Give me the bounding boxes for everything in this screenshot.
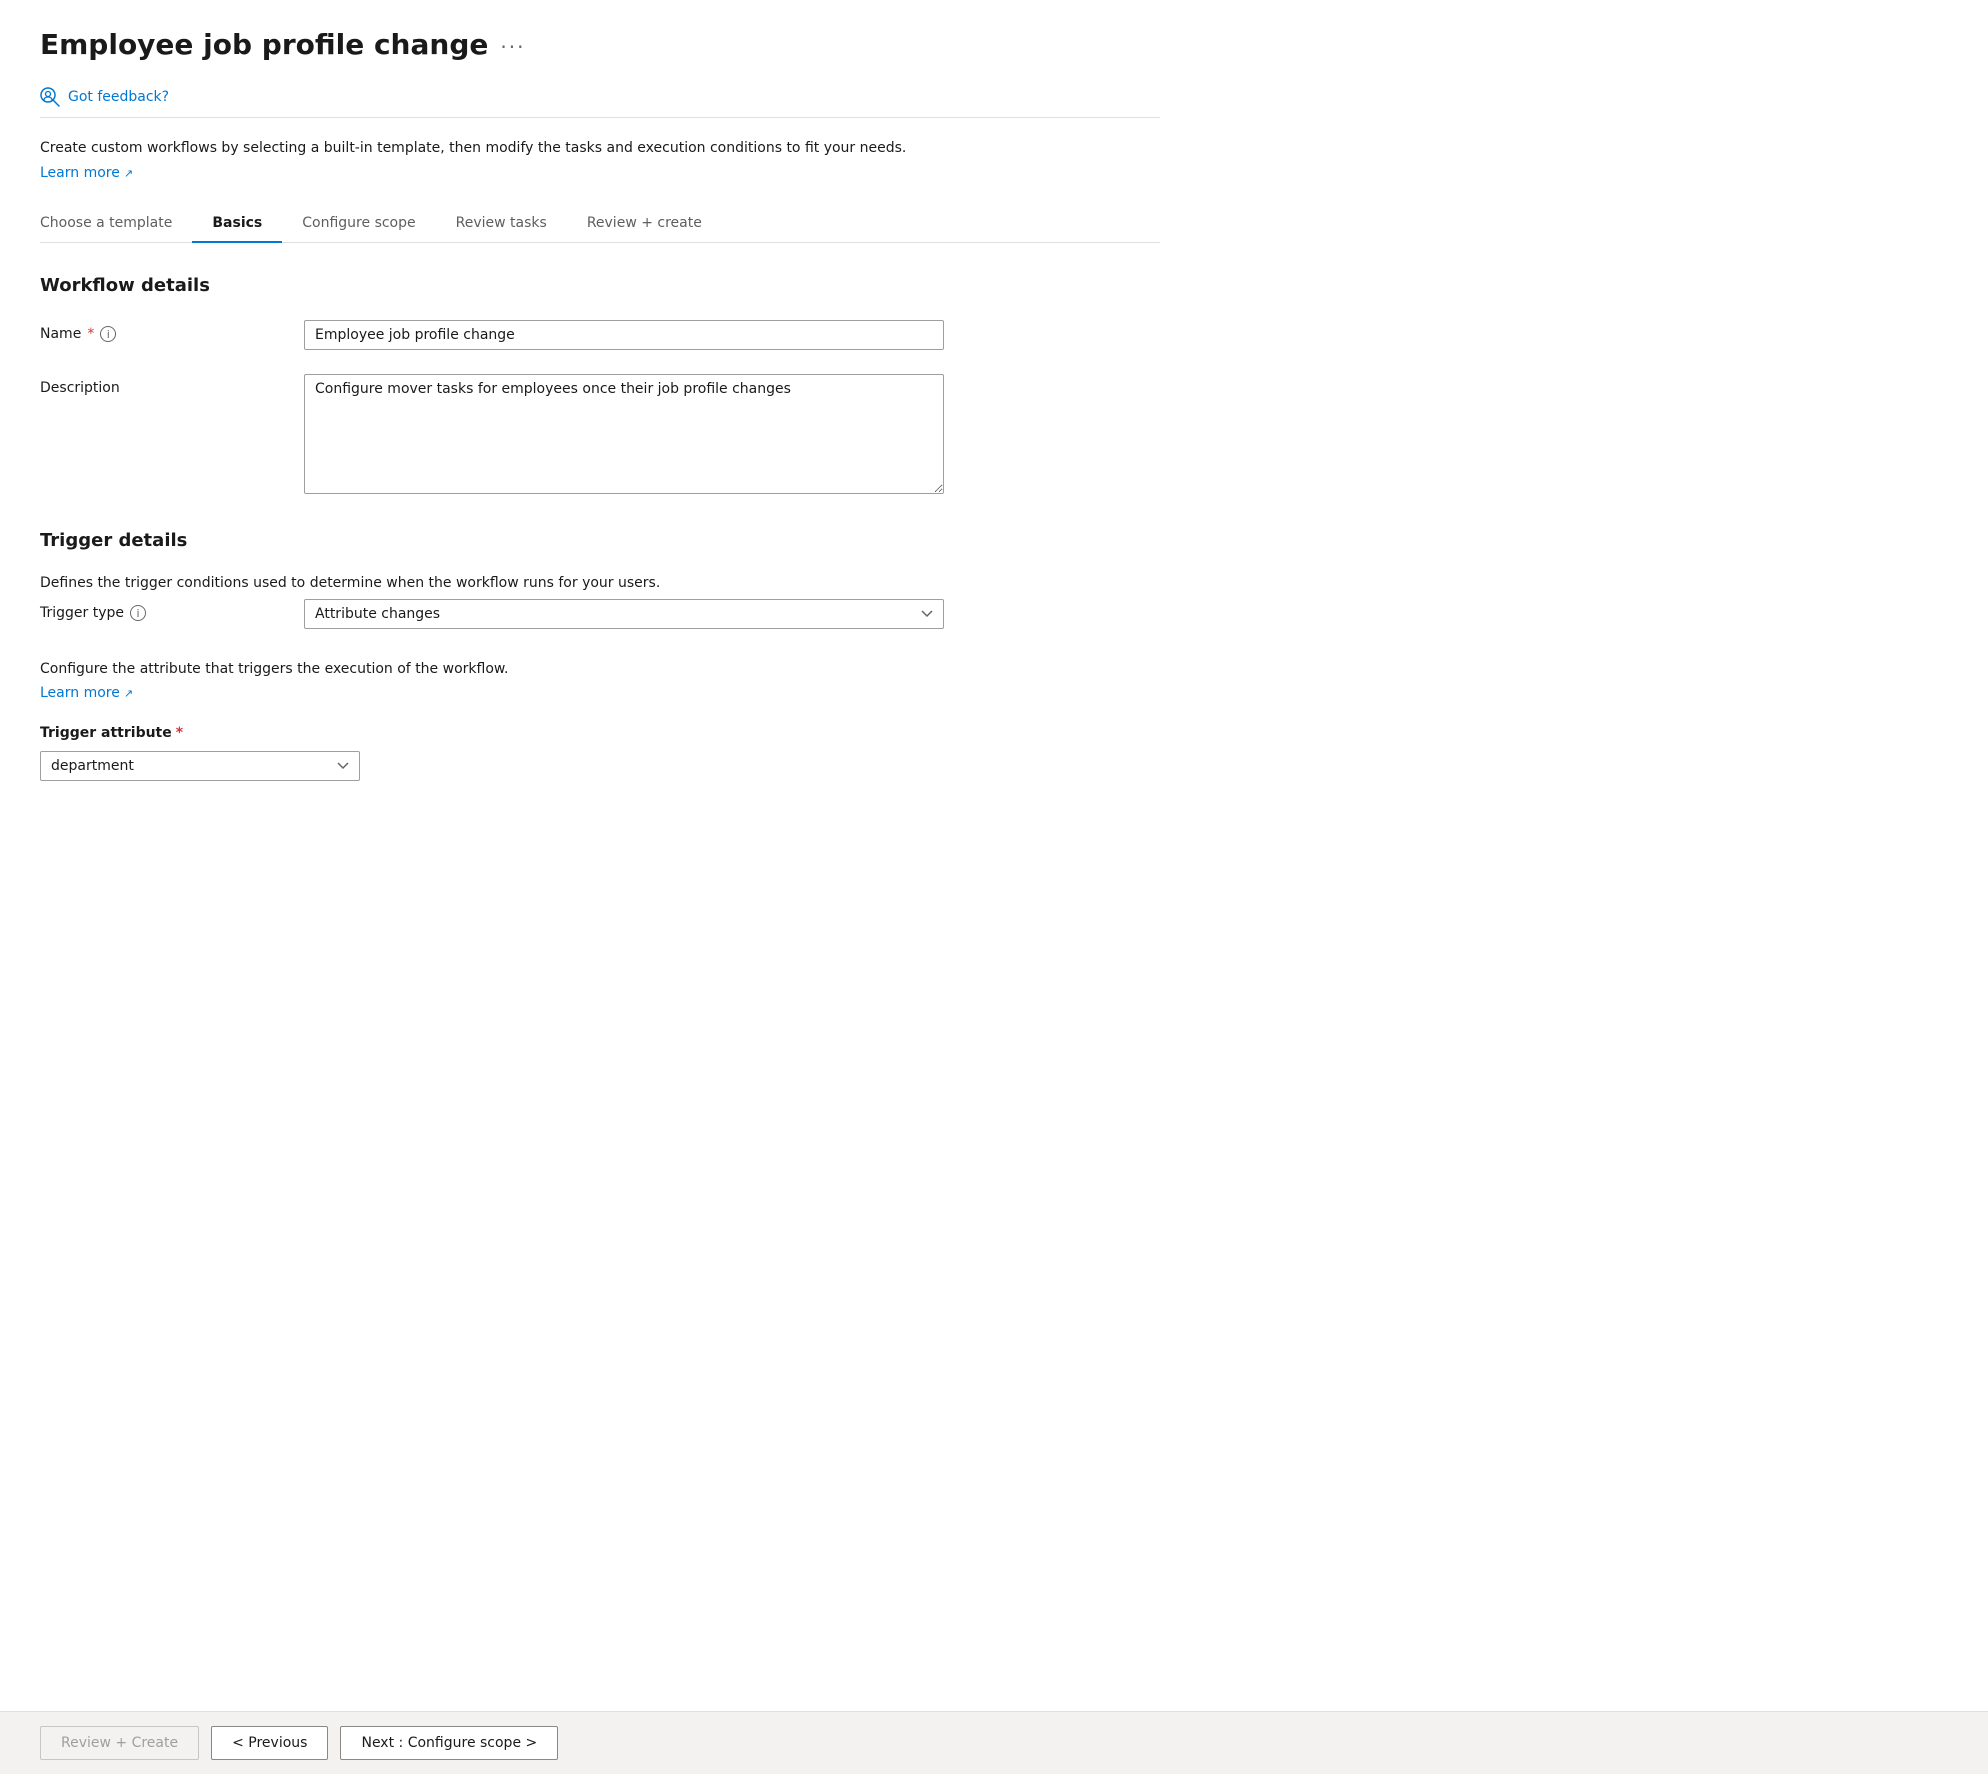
name-row: Name * i — [40, 320, 1160, 350]
tab-choose-template[interactable]: Choose a template — [40, 205, 192, 243]
description-row: Description Configure mover tasks for em… — [40, 374, 1160, 498]
trigger-attribute-select[interactable]: department jobTitle manager officeLocati… — [40, 751, 360, 781]
feedback-icon — [40, 87, 60, 107]
workflow-details-section: Workflow details Name * i Description Co… — [40, 275, 1160, 498]
workflow-details-heading: Workflow details — [40, 275, 1160, 296]
description-label: Description — [40, 374, 280, 396]
footer-bar: Review + Create < Previous Next : Config… — [0, 1711, 1988, 1774]
trigger-type-select[interactable]: Attribute changes On-demand Schedule — [304, 599, 944, 629]
trigger-type-row: Trigger type i Attribute changes On-dema… — [40, 599, 1160, 629]
intro-description: Create custom workflows by selecting a b… — [40, 138, 1160, 159]
trigger-attribute-select-wrapper: department jobTitle manager officeLocati… — [40, 751, 360, 781]
description-input-wrapper: Configure mover tasks for employees once… — [304, 374, 944, 498]
trigger-type-label: Trigger type i — [40, 599, 280, 621]
trigger-attribute-label-wrapper: Trigger attribute * — [40, 725, 1160, 741]
page-title: Employee job profile change — [40, 28, 488, 61]
more-options-icon[interactable]: ··· — [500, 35, 525, 59]
nav-tabs: Choose a template Basics Configure scope… — [40, 205, 1160, 243]
next-button[interactable]: Next : Configure scope > — [340, 1726, 558, 1760]
name-input-wrapper — [304, 320, 944, 350]
external-link-icon: ↗ — [124, 167, 133, 180]
review-create-button[interactable]: Review + Create — [40, 1726, 199, 1760]
feedback-bar: Got feedback? — [40, 77, 1160, 118]
trigger-details-section: Trigger details Defines the trigger cond… — [40, 530, 1160, 781]
trigger-sub-text: Defines the trigger conditions used to d… — [40, 575, 1160, 591]
trigger-details-heading: Trigger details — [40, 530, 1160, 551]
name-label: Name * i — [40, 320, 280, 342]
page-header: Employee job profile change ··· — [40, 28, 1160, 61]
feedback-link[interactable]: Got feedback? — [68, 89, 169, 105]
tab-basics[interactable]: Basics — [192, 205, 282, 243]
trigger-attribute-required-star: * — [176, 725, 183, 741]
name-info-icon[interactable]: i — [100, 326, 116, 342]
description-textarea[interactable]: Configure mover tasks for employees once… — [304, 374, 944, 494]
configure-attr-text: Configure the attribute that triggers th… — [40, 661, 1160, 677]
trigger-attribute-section: Configure the attribute that triggers th… — [40, 661, 1160, 781]
tab-review-create[interactable]: Review + create — [567, 205, 722, 243]
trigger-type-info-icon[interactable]: i — [130, 605, 146, 621]
tab-review-tasks[interactable]: Review tasks — [436, 205, 567, 243]
trigger-external-link-icon: ↗ — [124, 687, 133, 700]
trigger-learn-more-link[interactable]: Learn more ↗ — [40, 685, 133, 701]
tab-configure-scope[interactable]: Configure scope — [282, 205, 435, 243]
previous-button[interactable]: < Previous — [211, 1726, 328, 1760]
name-input[interactable] — [304, 320, 944, 350]
name-required-star: * — [87, 326, 94, 342]
trigger-type-select-wrapper: Attribute changes On-demand Schedule — [304, 599, 944, 629]
intro-learn-more-link[interactable]: Learn more ↗ — [40, 165, 133, 181]
